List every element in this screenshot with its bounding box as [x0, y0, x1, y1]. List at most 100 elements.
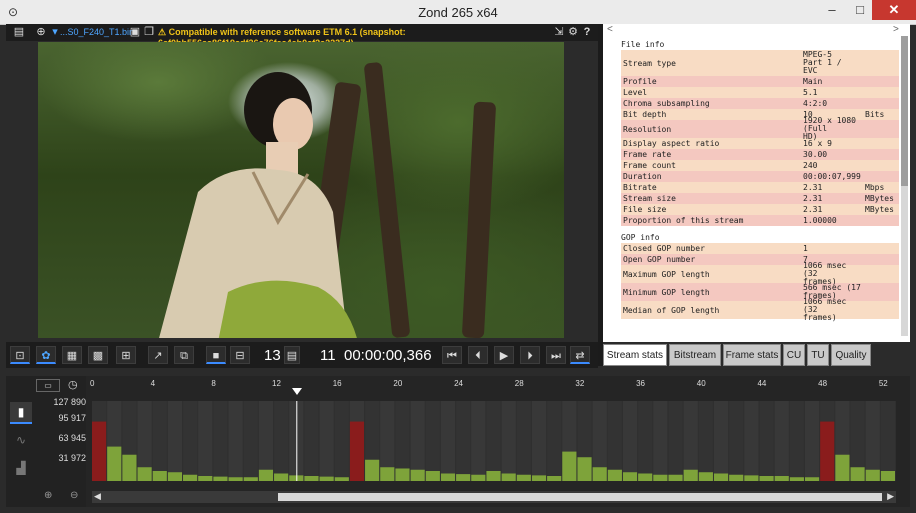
- frame-size-bar[interactable]: [410, 469, 425, 481]
- clock-icon[interactable]: ◷: [68, 378, 78, 391]
- scroll-left-icon[interactable]: ◀: [94, 491, 101, 502]
- frame-size-bar[interactable]: [759, 475, 774, 481]
- view-toggle-icon[interactable]: ▭: [36, 379, 60, 392]
- line-chart-icon[interactable]: ∿: [10, 430, 32, 450]
- frame-size-bar[interactable]: [425, 470, 440, 481]
- frame-size-bar[interactable]: [349, 421, 365, 481]
- frame-size-bar[interactable]: [471, 474, 486, 481]
- frame-size-bar[interactable]: [456, 474, 471, 481]
- cu-overlay-icon[interactable]: ⊞: [116, 346, 136, 364]
- tab-cu[interactable]: CU: [783, 344, 805, 366]
- frame-size-bar[interactable]: [820, 421, 835, 481]
- go-end-icon[interactable]: ⏭: [546, 346, 566, 364]
- play-icon[interactable]: ▶: [494, 346, 514, 364]
- motion-vectors-icon[interactable]: ↗: [148, 346, 168, 364]
- grid-small-icon[interactable]: ▦: [62, 346, 82, 364]
- playhead-marker[interactable]: [291, 388, 302, 395]
- copy-icon[interactable]: ❐: [142, 25, 156, 39]
- frame-size-bar[interactable]: [668, 474, 683, 481]
- timeline-scrollbar[interactable]: ◀ ▶: [92, 491, 896, 503]
- frame-size-bar[interactable]: [577, 457, 592, 481]
- stream-filename[interactable]: ...S0_F240_T1.bin: [60, 27, 134, 37]
- frame-size-bar[interactable]: [562, 451, 577, 481]
- add-stream-icon[interactable]: ⊕: [34, 25, 48, 39]
- save-icon[interactable]: ▣: [128, 25, 142, 39]
- next-frame-icon[interactable]: ⏵: [520, 346, 540, 364]
- side-by-side-icon[interactable]: ⊟: [230, 346, 250, 364]
- minimize-button[interactable]: –: [818, 0, 846, 20]
- tab-bitstream[interactable]: Bitstream: [669, 344, 721, 366]
- bitrate-bar-chart[interactable]: [92, 401, 896, 481]
- frame-size-bar[interactable]: [531, 475, 547, 481]
- tab-frame-stats[interactable]: Frame stats: [723, 344, 781, 366]
- frame-size-bar[interactable]: [258, 469, 274, 481]
- frame-ruler[interactable]: 0 4 8 12 16 20 24 28 32 36 40 44 48 52: [90, 379, 896, 395]
- frame-size-bar[interactable]: [243, 477, 258, 481]
- tab-tu[interactable]: TU: [807, 344, 829, 366]
- go-start-icon[interactable]: ⏮: [442, 346, 462, 364]
- expand-right-icon[interactable]: >: [893, 24, 899, 35]
- scroll-right-icon[interactable]: ▶: [887, 491, 894, 502]
- maximize-button[interactable]: □: [846, 0, 874, 20]
- frame-size-bar[interactable]: [365, 459, 380, 481]
- frame-size-bar[interactable]: [683, 469, 698, 481]
- zoom-out-icon[interactable]: ⊖: [70, 490, 78, 501]
- tab-quality[interactable]: Quality: [831, 344, 871, 366]
- timeline-scroll-thumb[interactable]: [278, 493, 882, 501]
- frame-size-bar[interactable]: [638, 473, 653, 481]
- color-channels-icon[interactable]: ✿: [36, 346, 56, 364]
- frame-size-bar[interactable]: [713, 473, 729, 481]
- frame-size-bar[interactable]: [486, 470, 501, 481]
- frame-size-bar[interactable]: [516, 474, 531, 481]
- export-icon[interactable]: ⇲: [552, 25, 566, 39]
- frame-size-bar[interactable]: [395, 468, 410, 481]
- frame-size-bar[interactable]: [744, 475, 759, 481]
- open-folder-icon[interactable]: ▤: [12, 25, 26, 39]
- zoom-in-icon[interactable]: ⊕: [44, 490, 52, 501]
- frame-size-bar[interactable]: [698, 472, 713, 481]
- help-icon[interactable]: ?: [580, 25, 594, 39]
- fit-view-icon[interactable]: ⊡: [10, 346, 30, 364]
- frame-size-bar[interactable]: [107, 446, 122, 481]
- frame-size-bar[interactable]: [789, 477, 804, 481]
- frame-size-bar[interactable]: [653, 474, 668, 481]
- frame-size-bar[interactable]: [547, 475, 562, 481]
- settings-icon[interactable]: ⚙: [566, 25, 580, 39]
- frame-size-bar[interactable]: [880, 470, 895, 481]
- frame-size-bar[interactable]: [304, 475, 319, 481]
- frame-size-bar[interactable]: [319, 476, 334, 481]
- frame-size-bar[interactable]: [380, 467, 395, 481]
- frame-size-bar[interactable]: [137, 467, 152, 481]
- frame-size-bar[interactable]: [865, 469, 880, 481]
- frame-size-bar[interactable]: [501, 473, 516, 481]
- prev-frame-icon[interactable]: ⏴: [468, 346, 488, 364]
- frame-size-bar[interactable]: [183, 474, 198, 481]
- frame-size-bar[interactable]: [152, 470, 167, 481]
- frame-size-bar[interactable]: [774, 475, 789, 481]
- video-frame[interactable]: [38, 42, 564, 338]
- loop-icon[interactable]: ⇄: [570, 346, 590, 364]
- frame-size-bar[interactable]: [213, 476, 228, 481]
- frame-size-bar[interactable]: [607, 469, 622, 481]
- bitrate-chart-icon[interactable]: ▮: [10, 402, 32, 424]
- frame-size-bar[interactable]: [92, 421, 107, 481]
- frame-size-bar[interactable]: [729, 474, 744, 481]
- histogram-icon[interactable]: ▟: [10, 458, 32, 478]
- frame-size-bar[interactable]: [198, 475, 213, 481]
- frame-size-bar[interactable]: [850, 467, 865, 481]
- info-scrollbar-thumb[interactable]: [901, 36, 908, 186]
- collapse-left-icon[interactable]: <: [607, 24, 613, 35]
- frame-size-bar[interactable]: [274, 473, 289, 481]
- frame-size-bar[interactable]: [440, 473, 456, 481]
- frame-size-bar[interactable]: [228, 477, 243, 481]
- frame-size-bar[interactable]: [122, 454, 137, 481]
- frame-mode-icon[interactable]: ■: [206, 346, 226, 364]
- close-button[interactable]: ✕: [872, 0, 916, 20]
- prediction-icon[interactable]: ⧉: [174, 346, 194, 364]
- frame-size-bar[interactable]: [835, 454, 850, 481]
- frame-size-bar[interactable]: [592, 467, 607, 481]
- frame-size-bar[interactable]: [804, 477, 820, 481]
- grid-large-icon[interactable]: ▩: [88, 346, 108, 364]
- frame-size-bar[interactable]: [334, 477, 349, 481]
- tab-stream-stats[interactable]: Stream stats: [603, 344, 667, 366]
